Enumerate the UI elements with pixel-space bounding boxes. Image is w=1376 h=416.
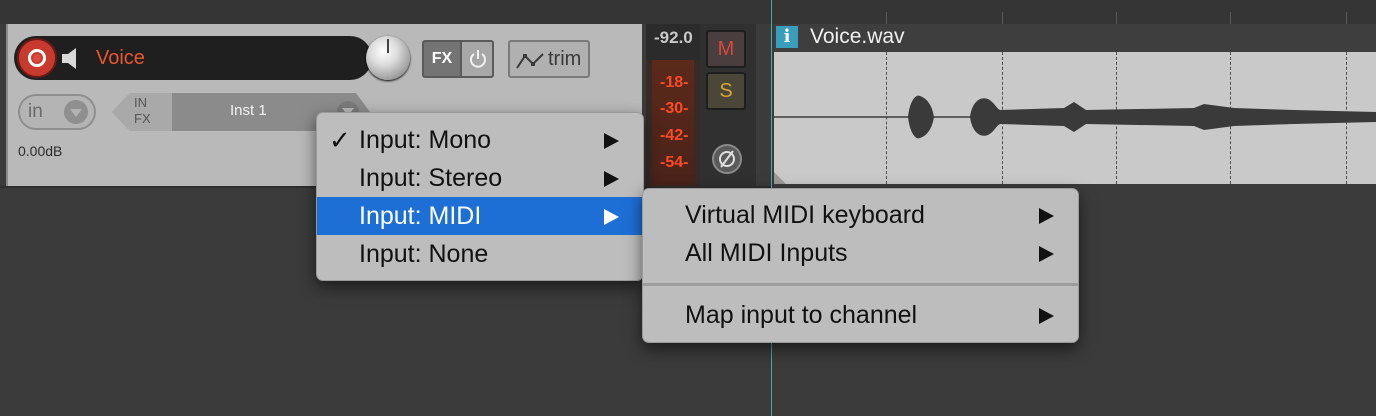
input-label: in — [28, 101, 43, 122]
solo-button[interactable]: S — [706, 72, 746, 110]
phase-invert-button[interactable] — [712, 144, 742, 174]
timeline-ruler[interactable] — [0, 0, 1376, 24]
trim-label: trim — [548, 48, 582, 70]
waveform — [774, 95, 1376, 139]
power-icon — [470, 50, 486, 68]
volume-knob[interactable] — [366, 36, 410, 80]
meter-scale-label: -30- — [660, 100, 689, 117]
submenu-arrow-icon — [604, 209, 619, 225]
menu-item-label: Input: Mono — [359, 126, 492, 154]
media-item-name: Voice.wav — [810, 25, 905, 48]
level-meter[interactable]: -92.0 -18- -30- -42- -54- — [646, 24, 700, 187]
menu-item-label: Input: None — [359, 240, 489, 268]
in-fx-label-top: IN — [134, 95, 147, 110]
phase-icon — [719, 150, 735, 168]
menu-item-label: Map input to channel — [685, 301, 918, 329]
submenu-arrow-icon — [604, 171, 619, 187]
speaker-icon[interactable] — [61, 46, 85, 70]
mute-solo-panel: M S — [700, 24, 756, 187]
envelope-icon — [516, 53, 544, 69]
input-context-menu: ✓ Input: Mono Input: Stereo Input: MIDI … — [316, 112, 644, 281]
menu-item-all-midi-inputs[interactable]: All MIDI Inputs — [643, 234, 1078, 272]
submenu-arrow-icon — [604, 133, 619, 149]
menu-item-input-mono[interactable]: ✓ Input: Mono — [317, 121, 643, 159]
submenu-arrow-icon — [1039, 208, 1054, 224]
fx-button[interactable]: FX — [422, 40, 462, 78]
submenu-arrow-icon — [1039, 308, 1054, 324]
in-fx-label-bottom: FX — [134, 111, 151, 126]
menu-item-label: Virtual MIDI keyboard — [685, 201, 925, 229]
meter-scale-label: -42- — [660, 127, 689, 144]
volume-readout: 0.00dB — [18, 143, 63, 159]
menu-item-input-none[interactable]: Input: None — [317, 235, 643, 273]
media-item-header[interactable]: i Voice.wav — [774, 24, 1376, 52]
meter-scale-label: -54- — [660, 154, 689, 171]
menu-item-label: All MIDI Inputs — [685, 239, 848, 267]
menu-item-label: Input: MIDI — [359, 202, 482, 230]
menu-item-map-input-to-channel[interactable]: Map input to channel — [643, 296, 1078, 334]
instrument-name: Inst 1 — [230, 102, 267, 119]
automation-mode-button[interactable]: trim — [508, 40, 590, 78]
info-icon[interactable]: i — [776, 26, 798, 48]
mute-button[interactable]: M — [706, 30, 746, 68]
meter-peak-readout[interactable]: -92.0 — [654, 28, 693, 48]
input-monitor-button[interactable]: in — [18, 94, 96, 130]
menu-separator — [643, 283, 1078, 286]
menu-item-label: Input: Stereo — [359, 164, 503, 192]
checkmark-icon: ✓ — [329, 125, 351, 155]
menu-item-input-midi[interactable]: Input: MIDI — [317, 197, 643, 235]
menu-item-virtual-midi-keyboard[interactable]: Virtual MIDI keyboard — [643, 196, 1078, 234]
media-item[interactable] — [774, 52, 1376, 184]
fx-bypass-button[interactable] — [462, 40, 494, 78]
submenu-arrow-icon — [1039, 246, 1054, 262]
fx-button-group: FX — [422, 40, 494, 78]
track-name[interactable]: Voice — [96, 46, 145, 70]
menu-item-input-stereo[interactable]: Input: Stereo — [317, 159, 643, 197]
midi-input-submenu: Virtual MIDI keyboard All MIDI Inputs Ma… — [642, 188, 1079, 343]
chevron-down-icon — [64, 100, 88, 124]
meter-scale-label: -18- — [660, 74, 689, 91]
record-arm-button[interactable] — [17, 38, 57, 78]
